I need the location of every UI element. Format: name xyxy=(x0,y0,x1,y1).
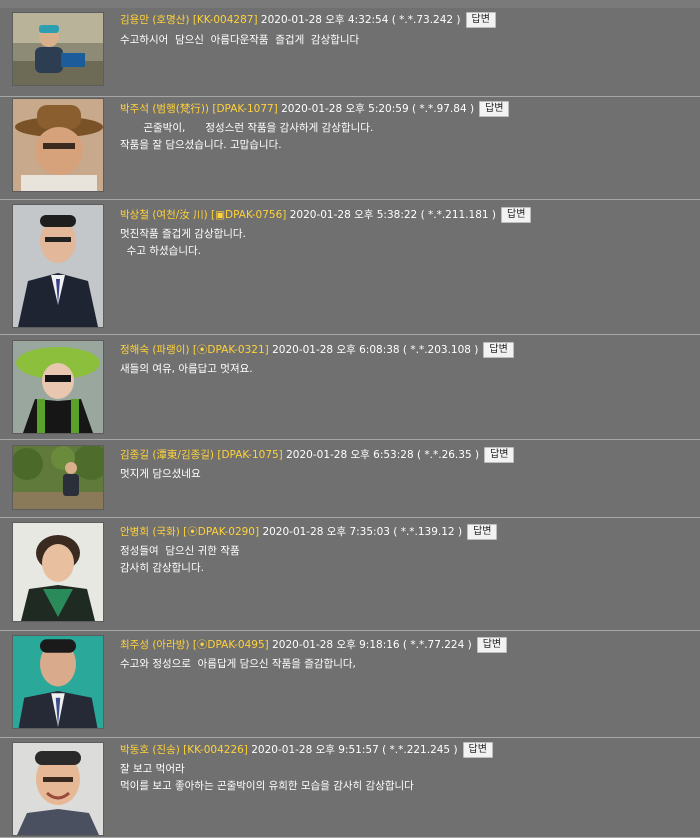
author-name[interactable]: 안병희 (국화) [⦿DPAK-0290] xyxy=(120,526,259,538)
comment-item: 박동호 (진송) [KK-004226] 2020-01-28 오후 9:51:… xyxy=(0,738,700,838)
reply-button[interactable]: 답변 xyxy=(479,101,510,117)
reply-button[interactable]: 답변 xyxy=(462,742,493,758)
comment-timestamp: 2020-01-28 오후 4:32:54 ( *.*.73.242 ) xyxy=(260,14,461,26)
comment-meta: 박동호 (진송) [KK-004226] 2020-01-28 오후 9:51:… xyxy=(120,742,493,758)
avatar[interactable] xyxy=(12,98,104,192)
comment-meta: 김종길 (潭東/김종길) [DPAK-1075] 2020-01-28 오후 6… xyxy=(120,447,515,463)
comment-line: 감사히 감상합니다. xyxy=(120,562,204,574)
avatar[interactable] xyxy=(12,635,104,729)
reply-button[interactable]: 답변 xyxy=(483,342,514,358)
avatar[interactable] xyxy=(12,445,104,510)
comment-timestamp: 2020-01-28 오후 7:35:03 ( *.*.139.12 ) xyxy=(262,526,463,538)
comment-item: 안병희 (국화) [⦿DPAK-0290] 2020-01-28 오후 7:35… xyxy=(0,518,700,631)
reply-button[interactable]: 답변 xyxy=(484,447,515,463)
comment-line: 멋진작품 즐겁게 감상합니다. xyxy=(120,228,246,240)
comment-item: 박주석 (범행(梵行)) [DPAK-1077] 2020-01-28 오후 5… xyxy=(0,97,700,200)
comment-line: 수고와 정성으로 아름답게 담으신 작품을 즐감합니다, xyxy=(120,658,356,670)
comment-line: 멋지게 담으셨네요 xyxy=(120,468,201,480)
avatar[interactable] xyxy=(12,12,104,86)
comment-body: 수고와 정성으로 아름답게 담으신 작품을 즐감합니다, xyxy=(120,656,690,673)
author-name[interactable]: 박상철 (여천/汝 川) [▣DPAK-0756] xyxy=(120,209,286,221)
comment-timestamp: 2020-01-28 오후 6:53:28 ( *.*.26.35 ) xyxy=(286,449,480,461)
author-name[interactable]: 박동호 (진송) [KK-004226] xyxy=(120,744,248,756)
comment-line: 먹이를 보고 좋아하는 곤줄박이의 유희한 모습을 감사히 감상합니다 xyxy=(120,780,414,792)
comment-meta: 박상철 (여천/汝 川) [▣DPAK-0756] 2020-01-28 오후 … xyxy=(120,207,532,223)
comment-item: 김종길 (潭東/김종길) [DPAK-1075] 2020-01-28 오후 6… xyxy=(0,440,700,518)
comment-line: 수고 하셨습니다. xyxy=(120,245,201,257)
comment-item: 김용만 (호명산) [KK-004287] 2020-01-28 오후 4:32… xyxy=(0,8,700,97)
comment-body: 정성들여 담으신 귀한 작품감사히 감상합니다. xyxy=(120,543,690,577)
reply-button[interactable]: 답변 xyxy=(465,12,496,28)
comment-meta: 최주성 (아라방) [⦿DPAK-0495] 2020-01-28 오후 9:1… xyxy=(120,637,508,653)
author-name[interactable]: 김종길 (潭東/김종길) [DPAK-1075] xyxy=(120,449,283,461)
comment-meta: 박주석 (범행(梵行)) [DPAK-1077] 2020-01-28 오후 5… xyxy=(120,101,510,117)
comment-meta: 김용만 (호명산) [KK-004287] 2020-01-28 오후 4:32… xyxy=(120,12,496,28)
comment-line: 정성들여 담으신 귀한 작품 xyxy=(120,545,240,557)
author-name[interactable]: 정해숙 (파랭이) [⦿DPAK-0321] xyxy=(120,344,269,356)
comment-body: 수고하시어 담으신 아름다운작품 즐겁게 감상합니다 xyxy=(120,32,690,49)
comment-timestamp: 2020-01-28 오후 9:51:57 ( *.*.221.245 ) xyxy=(251,744,458,756)
avatar[interactable] xyxy=(12,204,104,328)
avatar[interactable] xyxy=(12,522,104,622)
comment-body: 잘 보고 먹어라먹이를 보고 좋아하는 곤줄박이의 유희한 모습을 감사히 감상… xyxy=(120,761,690,795)
avatar[interactable] xyxy=(12,340,104,434)
reply-button[interactable]: 답변 xyxy=(467,524,498,540)
comment-body: 멋지게 담으셨네요 xyxy=(120,466,690,483)
comment-body: 새들의 여유, 아름답고 멋져요. xyxy=(120,361,690,378)
comment-line: 새들의 여유, 아름답고 멋져요. xyxy=(120,363,253,375)
reply-button[interactable]: 답변 xyxy=(476,637,508,653)
comment-line: 수고하시어 담으신 아름다운작품 즐겁게 감상합니다 xyxy=(120,34,360,46)
author-name[interactable]: 박주석 (범행(梵行)) [DPAK-1077] xyxy=(120,103,278,115)
comment-timestamp: 2020-01-28 오후 5:38:22 ( *.*.211.181 ) xyxy=(289,209,497,221)
avatar[interactable] xyxy=(12,742,104,836)
comment-body: 곤줄박이, 정성스런 작품을 감사하게 감상합니다. 작품을 잘 담으셨습니다. … xyxy=(120,120,690,154)
comment-timestamp: 2020-01-28 오후 9:18:16 ( *.*.77.224 ) xyxy=(272,639,472,651)
reply-button[interactable]: 답변 xyxy=(501,207,532,223)
comment-line: 작품을 잘 담으셨습니다. 고맙습니다. xyxy=(120,139,282,151)
comment-item: 정해숙 (파랭이) [⦿DPAK-0321] 2020-01-28 오후 6:0… xyxy=(0,335,700,440)
comment-line: 곤줄박이, 정성스런 작품을 감사하게 감상합니다. xyxy=(120,122,374,134)
comment-meta: 정해숙 (파랭이) [⦿DPAK-0321] 2020-01-28 오후 6:0… xyxy=(120,342,514,358)
comment-meta: 안병희 (국화) [⦿DPAK-0290] 2020-01-28 오후 7:35… xyxy=(120,524,498,540)
comment-body: 멋진작품 즐겁게 감상합니다. 수고 하셨습니다. xyxy=(120,226,690,260)
author-name[interactable]: 최주성 (아라방) [⦿DPAK-0495] xyxy=(120,639,269,651)
author-name[interactable]: 김용만 (호명산) [KK-004287] xyxy=(120,14,258,26)
comment-item: 박상철 (여천/汝 川) [▣DPAK-0756] 2020-01-28 오후 … xyxy=(0,200,700,335)
comment-line: 잘 보고 먹어라 xyxy=(120,763,185,775)
comment-item: 최주성 (아라방) [⦿DPAK-0495] 2020-01-28 오후 9:1… xyxy=(0,631,700,738)
comment-timestamp: 2020-01-28 오후 6:08:38 ( *.*.203.108 ) xyxy=(272,344,479,356)
comment-timestamp: 2020-01-28 오후 5:20:59 ( *.*.97.84 ) xyxy=(281,103,475,115)
